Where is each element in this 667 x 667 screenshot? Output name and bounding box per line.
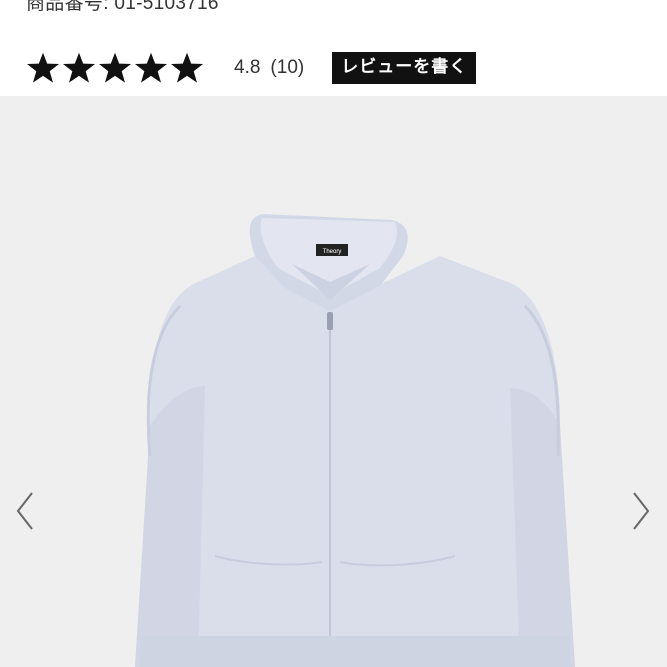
star-icon bbox=[170, 52, 204, 84]
star-rating bbox=[26, 52, 204, 84]
next-image-button[interactable] bbox=[630, 491, 652, 536]
product-image: Theory bbox=[135, 214, 575, 667]
write-review-button[interactable]: レビューを書く bbox=[332, 52, 477, 84]
svg-text:Theory: Theory bbox=[323, 249, 342, 255]
prev-image-button[interactable] bbox=[14, 491, 36, 536]
chevron-right-icon bbox=[633, 492, 650, 530]
star-icon bbox=[98, 52, 132, 84]
product-number: 商品番号: 01-5103716 bbox=[26, 0, 219, 14]
rating-row: 4.8 (10) レビューを書く bbox=[26, 50, 477, 86]
star-icon bbox=[26, 52, 60, 84]
star-icon bbox=[134, 52, 168, 84]
review-count[interactable]: (10) bbox=[270, 57, 304, 79]
chevron-left-icon bbox=[16, 492, 33, 530]
star-icon bbox=[62, 52, 96, 84]
rating-value: 4.8 bbox=[234, 57, 261, 78]
product-image-gallery[interactable]: Theory bbox=[0, 96, 667, 667]
